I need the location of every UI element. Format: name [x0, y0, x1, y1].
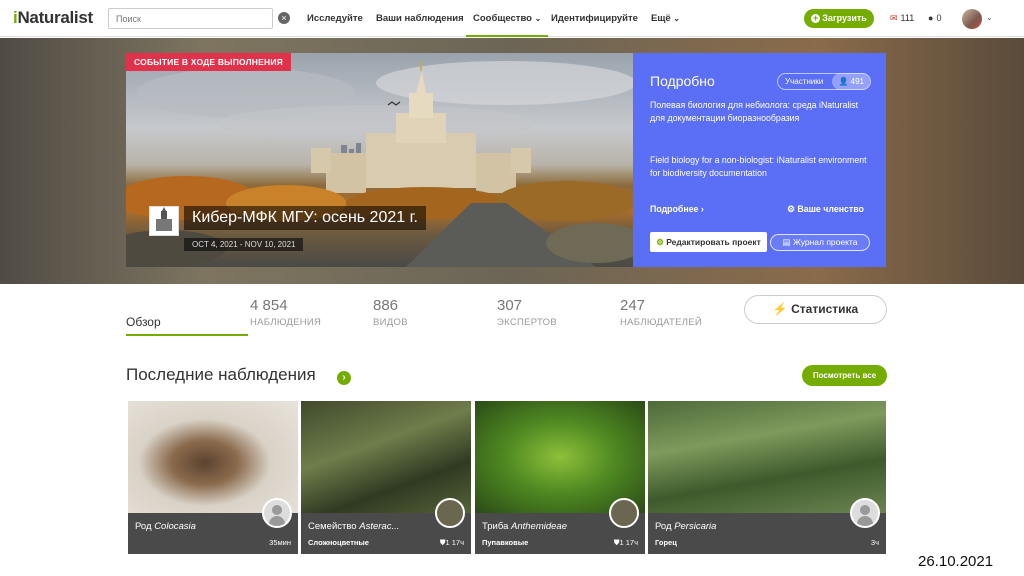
observation-card[interactable]: Семейство Asterac... Сложноцветные ⛊1 17… [301, 401, 471, 554]
user-avatar[interactable] [262, 498, 292, 528]
membership-link[interactable]: ⚙ Ваше членство [787, 204, 864, 215]
observation-card[interactable]: Триба Anthemideae Пупавковые ⛊1 17ч [475, 401, 645, 554]
description-en: Field biology for a non-biologist: iNatu… [650, 155, 867, 178]
view-all-button[interactable]: Посмотреть все [802, 365, 887, 386]
lightning-icon: ⚡ [772, 302, 788, 316]
nav-your-observations[interactable]: Ваши наблюдения [376, 13, 464, 24]
project-title: Кибер-МФК МГУ: осень 2021 г. [184, 206, 426, 230]
taxon-name[interactable]: Род Colocasia [135, 521, 196, 532]
common-name: Горец [655, 538, 677, 547]
observation-photo[interactable] [301, 401, 471, 513]
statistics-button[interactable]: ⚡ Статистика [744, 295, 887, 324]
gear-icon: ⚙ [656, 237, 664, 247]
observation-time: 35мин [269, 538, 291, 547]
more-details-link[interactable]: Подробнее › [650, 204, 704, 214]
project-dates: OCT 4, 2021 - NOV 10, 2021 [184, 238, 304, 251]
gear-icon: ⚙ [787, 204, 795, 214]
nav-identify[interactable]: Идентифицируйте [551, 13, 638, 24]
envelope-icon: ✉ [890, 13, 898, 23]
project-logo [149, 206, 179, 236]
observation-photo[interactable] [648, 401, 886, 513]
nav-more[interactable]: Ещё ⌄ [651, 13, 680, 24]
recent-observations-title: Последние наблюдения [126, 365, 316, 384]
taxon-name[interactable]: Триба Anthemideae [482, 521, 567, 532]
user-avatar[interactable] [609, 498, 639, 528]
description-ru: Полевая биология для небиолога: среда iN… [650, 100, 859, 123]
taxon-name[interactable]: Семейство Asterac... [308, 521, 399, 532]
msu-emblem-icon [156, 207, 172, 231]
observation-time: ⛊1 17ч [613, 538, 638, 547]
members-badge[interactable]: Участники 👤 491 [777, 73, 871, 90]
project-cover-image: СОБЫТИЕ В ХОДЕ ВЫПОЛНЕНИЯ Кибер-МФК МГУ:… [126, 53, 633, 267]
edit-project-button[interactable]: ⚙ Редактировать проект [650, 232, 767, 252]
journal-icon: ▤ [782, 237, 791, 247]
tab-overview[interactable]: Обзор [126, 315, 161, 329]
stat-observers[interactable]: 247 НАБЛЮДАТЕЛЕЙ [620, 297, 702, 328]
user-avatar[interactable] [850, 498, 880, 528]
taxon-name[interactable]: Род Persicaria [655, 521, 716, 532]
observation-caption: Род Persicaria Горец 3ч [648, 513, 886, 554]
user-avatar[interactable] [435, 498, 465, 528]
observation-photo[interactable] [128, 401, 298, 513]
person-icon: 👤 [838, 77, 849, 86]
common-name: Пупавковые [482, 538, 529, 547]
common-name: Сложноцветные [308, 538, 369, 547]
project-journal-button[interactable]: ▤ Журнал проекта [770, 234, 870, 251]
stat-observations[interactable]: 4 854 НАБЛЮДЕНИЯ [250, 297, 321, 328]
observation-card[interactable]: Род Persicaria Горец 3ч [648, 401, 886, 554]
user-icon [860, 505, 870, 515]
inaturalist-logo[interactable]: iNaturalist [13, 8, 93, 28]
observation-time: 3ч [870, 538, 879, 547]
observation-photo[interactable] [475, 401, 645, 513]
user-icon [272, 505, 282, 515]
observation-time: ⛊1 17ч [439, 538, 464, 547]
project-details-panel: Подробно Участники 👤 491 Полевая биология… [633, 53, 886, 267]
plus-icon: + [811, 13, 821, 23]
chevron-down-icon[interactable]: ⌄ [986, 13, 993, 22]
chevron-down-icon: ⌄ [534, 14, 542, 23]
top-navigation: iNaturalist × Исследуйте Ваши наблюдения… [0, 0, 1024, 37]
nav-community[interactable]: Сообщество ⌄ [465, 13, 549, 37]
upload-button[interactable]: + Загрузить [804, 9, 874, 28]
search-input[interactable] [108, 8, 273, 29]
nav-explore[interactable]: Исследуйте [307, 13, 363, 24]
active-tab-indicator [126, 334, 248, 336]
details-title: Подробно [650, 73, 715, 89]
arrow-right-icon[interactable]: › [337, 371, 351, 385]
event-status-badge: СОБЫТИЕ В ХОДЕ ВЫПОЛНЕНИЯ [126, 53, 291, 71]
user-avatar[interactable] [962, 9, 982, 29]
chat-bubble-icon: ● [928, 13, 934, 23]
notifications-counter[interactable]: ● 0 [928, 13, 941, 23]
clear-search-icon[interactable]: × [278, 12, 290, 24]
stat-identifiers[interactable]: 307 ЭКСПЕРТОВ [497, 297, 557, 328]
chevron-down-icon: ⌄ [673, 14, 680, 23]
messages-counter[interactable]: ✉ 111 [890, 13, 914, 24]
stat-species[interactable]: 886 ВИДОВ [373, 297, 408, 328]
observation-card[interactable]: Род Colocasia 35мин [128, 401, 298, 554]
date-stamp: 26.10.2021 [918, 553, 994, 570]
msu-building-illustration [126, 61, 633, 267]
